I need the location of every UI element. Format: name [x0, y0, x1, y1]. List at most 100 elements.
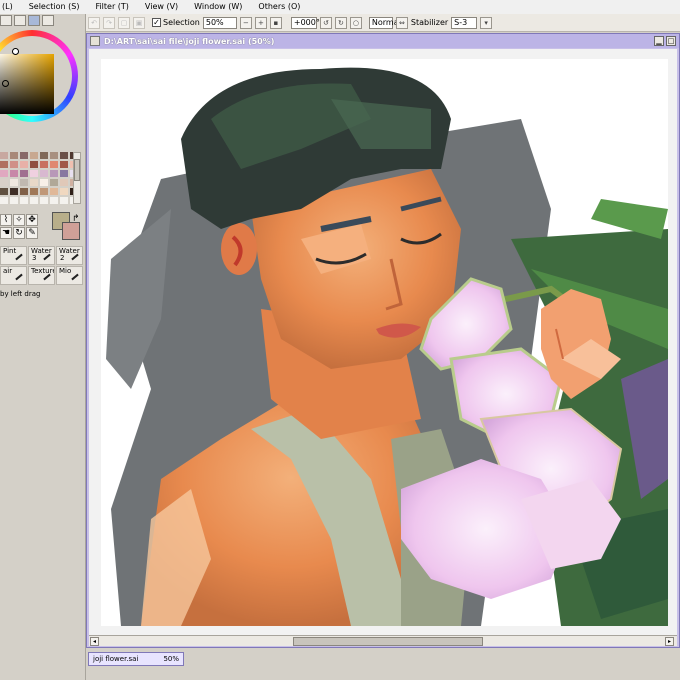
- color-swatch[interactable]: [40, 188, 48, 195]
- color-swatch[interactable]: [40, 179, 48, 186]
- color-swatch[interactable]: [50, 170, 58, 177]
- menu-window[interactable]: Window (W): [186, 0, 250, 14]
- color-swatch[interactable]: [60, 188, 68, 195]
- zoom-out-icon[interactable]: −: [239, 16, 252, 29]
- color-swatch[interactable]: [10, 197, 18, 204]
- color-swatch[interactable]: [0, 152, 8, 159]
- menu-layer[interactable]: (L): [0, 0, 21, 14]
- invert-selection-icon[interactable]: ▣: [133, 16, 145, 29]
- sv-picker-cursor[interactable]: [2, 80, 9, 87]
- move-icon[interactable]: ✥: [26, 214, 38, 226]
- brush-slot[interactable]: Water 2: [56, 246, 83, 265]
- scroll-left-icon[interactable]: ◂: [90, 637, 99, 646]
- horizontal-scrollbar[interactable]: ◂ ▸: [89, 635, 677, 646]
- hand-icon[interactable]: ☚: [0, 227, 12, 239]
- blend-mode-select[interactable]: Normal: [368, 16, 401, 29]
- color-swatch[interactable]: [10, 188, 18, 195]
- tab-color-wheel[interactable]: [0, 15, 12, 26]
- rotate-reset-icon[interactable]: ○: [349, 16, 362, 29]
- color-swatch[interactable]: [40, 152, 48, 159]
- color-swatch[interactable]: [60, 161, 68, 168]
- menu-selection[interactable]: Selection (S): [21, 0, 88, 14]
- color-swatch[interactable]: [50, 161, 58, 168]
- brush-slot[interactable]: Texture: [28, 266, 55, 285]
- color-swatch[interactable]: [10, 170, 18, 177]
- zoom-in-icon[interactable]: +: [254, 16, 267, 29]
- rotate-left-icon[interactable]: ↺: [319, 16, 332, 29]
- deselect-icon[interactable]: ▢: [118, 16, 130, 29]
- zoom-reset-icon[interactable]: ▪: [269, 16, 282, 29]
- swatch-scroll-thumb[interactable]: [74, 159, 80, 181]
- rotation-field[interactable]: +000°: [290, 16, 320, 29]
- stabilizer-select[interactable]: S-3: [451, 16, 478, 29]
- zoom-field[interactable]: 50%: [202, 16, 237, 29]
- color-swatch[interactable]: [30, 152, 38, 159]
- color-swatch[interactable]: [0, 161, 8, 168]
- undo-icon[interactable]: ↶: [88, 16, 100, 29]
- flip-canvas-icon[interactable]: ⇔: [395, 16, 408, 29]
- color-swatch[interactable]: [30, 170, 38, 177]
- document-titlebar[interactable]: D:\ART\sai\sai file\joji flower.sai (50%…: [87, 34, 679, 48]
- color-swatch[interactable]: [30, 161, 38, 168]
- color-swatch[interactable]: [60, 197, 68, 204]
- color-swatch[interactable]: [30, 197, 38, 204]
- tab-swatches[interactable]: [28, 15, 40, 26]
- eyedropper-icon[interactable]: ✎: [26, 227, 38, 239]
- tab-rgb-sliders[interactable]: [14, 15, 26, 26]
- hue-picker-cursor[interactable]: [12, 48, 19, 55]
- swap-colors-icon[interactable]: ↱: [72, 214, 80, 224]
- color-swatch[interactable]: [10, 161, 18, 168]
- color-swatch[interactable]: [10, 152, 18, 159]
- color-swatch[interactable]: [50, 197, 58, 204]
- background-color-swatch[interactable]: [62, 222, 80, 240]
- brush-slot[interactable]: air: [0, 266, 27, 285]
- color-swatch[interactable]: [50, 179, 58, 186]
- minimize-icon[interactable]: ▁: [654, 36, 664, 46]
- canvas-viewport[interactable]: [89, 49, 677, 635]
- stabilizer-dropdown-icon[interactable]: ▾: [480, 16, 493, 29]
- magic-wand-icon[interactable]: ✧: [13, 214, 25, 226]
- swatch-scrollbar[interactable]: [73, 152, 81, 204]
- selection-toggle[interactable]: ✓ Selection: [152, 18, 200, 27]
- color-swatch[interactable]: [0, 170, 8, 177]
- color-swatch[interactable]: [40, 170, 48, 177]
- color-swatch[interactable]: [0, 179, 8, 186]
- lasso-icon[interactable]: ⌇: [0, 214, 12, 226]
- menu-view[interactable]: View (V): [137, 0, 186, 14]
- color-swatch[interactable]: [50, 188, 58, 195]
- color-swatch[interactable]: [60, 170, 68, 177]
- brush-slot[interactable]: Water 3: [28, 246, 55, 265]
- color-swatch[interactable]: [30, 188, 38, 195]
- color-swatch[interactable]: [20, 161, 28, 168]
- maximize-icon[interactable]: □: [666, 36, 676, 46]
- color-swatch[interactable]: [20, 170, 28, 177]
- horizontal-scroll-thumb[interactable]: [293, 637, 483, 646]
- color-swatch[interactable]: [0, 197, 8, 204]
- brush-slot[interactable]: Pint: [0, 246, 27, 265]
- document-title: D:\ART\sai\sai file\joji flower.sai (50%…: [104, 36, 275, 46]
- color-swatch[interactable]: [40, 161, 48, 168]
- color-swatch[interactable]: [20, 179, 28, 186]
- color-swatch[interactable]: [50, 152, 58, 159]
- canvas-artwork[interactable]: [101, 59, 668, 626]
- color-swatch[interactable]: [40, 197, 48, 204]
- menu-others[interactable]: Others (O): [250, 0, 308, 14]
- color-swatch[interactable]: [0, 188, 8, 195]
- color-swatch[interactable]: [20, 152, 28, 159]
- color-swatch[interactable]: [20, 197, 28, 204]
- brush-name: Mio: [59, 267, 72, 275]
- color-swatch[interactable]: [10, 179, 18, 186]
- rotate-tool-icon[interactable]: ↻: [13, 227, 25, 239]
- scroll-right-icon[interactable]: ▸: [665, 637, 674, 646]
- brush-slot[interactable]: Mio: [56, 266, 83, 285]
- color-swatch[interactable]: [20, 188, 28, 195]
- color-swatch[interactable]: [30, 179, 38, 186]
- color-swatch[interactable]: [60, 152, 68, 159]
- tab-scratchpad[interactable]: [42, 15, 54, 26]
- rotate-right-icon[interactable]: ↻: [334, 16, 347, 29]
- menu-filter[interactable]: Filter (T): [87, 0, 136, 14]
- redo-icon[interactable]: ↷: [103, 16, 115, 29]
- selection-checkbox[interactable]: ✓: [152, 18, 161, 27]
- color-swatch[interactable]: [60, 179, 68, 186]
- file-tab[interactable]: joji flower.sai 50%: [88, 652, 184, 666]
